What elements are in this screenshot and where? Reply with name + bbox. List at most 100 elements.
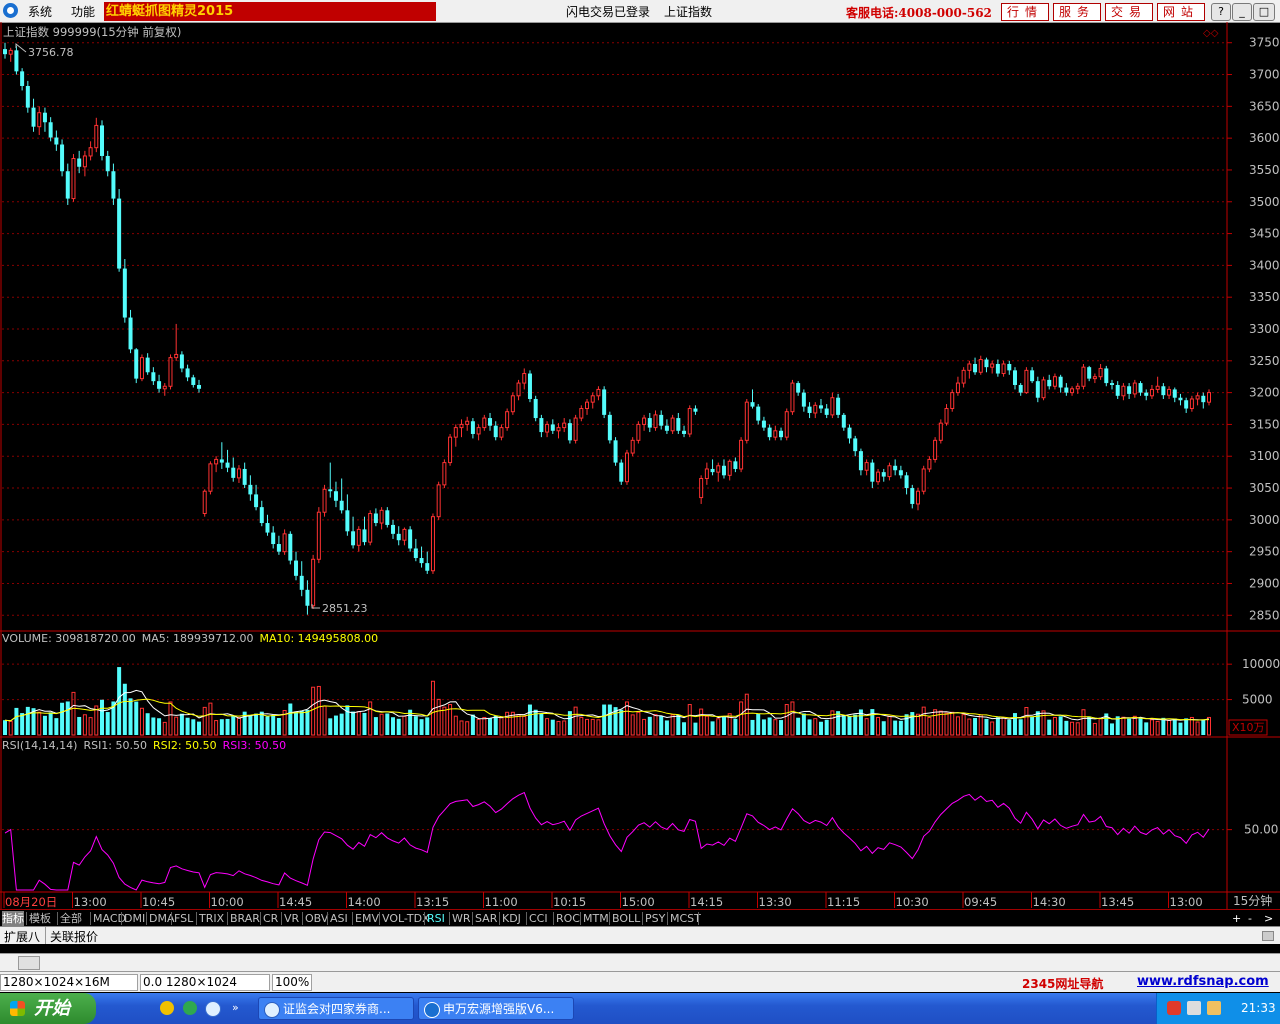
candle-body-down bbox=[721, 465, 726, 476]
tab-trix[interactable]: TRIX bbox=[199, 911, 224, 926]
tab-related-quotes[interactable]: 关联报价 bbox=[50, 928, 98, 945]
tab-sar[interactable]: SAR bbox=[475, 911, 497, 926]
tab-mtm[interactable]: MTM bbox=[583, 911, 609, 926]
volume-bar-up bbox=[573, 706, 578, 736]
help-icon[interactable]: ? bbox=[1211, 3, 1231, 21]
volume-bar-up bbox=[168, 701, 173, 736]
tab-psy[interactable]: PSY bbox=[645, 911, 665, 926]
tab-boll[interactable]: BOLL bbox=[612, 911, 640, 926]
volume-bar-down bbox=[65, 701, 70, 735]
tab-vr[interactable]: VR bbox=[284, 911, 299, 926]
tab-emv[interactable]: EMV bbox=[355, 911, 379, 926]
volume-bar-up bbox=[716, 718, 721, 736]
tab-brar[interactable]: BRAR bbox=[230, 911, 260, 926]
candle-body-down bbox=[973, 363, 978, 373]
link-rdfsnap[interactable]: www.rdfsnap.com bbox=[1137, 974, 1269, 989]
hotline: 客服电话:4008-000-562 bbox=[846, 6, 992, 20]
candle-body-down bbox=[265, 523, 270, 533]
volume-tick-label: 10000 bbox=[1242, 657, 1280, 671]
nav-website-button[interactable]: 网站 bbox=[1157, 3, 1205, 21]
volume-bar-up bbox=[1024, 707, 1029, 736]
volume-bar-down bbox=[796, 717, 801, 735]
price-tick-label: 3550 bbox=[1249, 163, 1280, 177]
volume-bar-up bbox=[630, 714, 635, 736]
volume-bar-down bbox=[870, 709, 875, 735]
menu-system[interactable]: 系统 bbox=[28, 3, 52, 20]
volume-bar-up bbox=[944, 712, 949, 736]
scrollbar-thumb[interactable] bbox=[18, 956, 40, 970]
sogou-icon[interactable] bbox=[1167, 1001, 1181, 1015]
nav-trade-button[interactable]: 交易 bbox=[1105, 3, 1153, 21]
tab-cci[interactable]: CCI bbox=[529, 911, 548, 926]
tab-cr[interactable]: CR bbox=[263, 911, 278, 926]
volume-bar-up bbox=[459, 720, 464, 736]
tab-wr[interactable]: WR bbox=[452, 911, 471, 926]
tab-dmi[interactable]: DMI bbox=[124, 911, 145, 926]
restore-icon[interactable]: □ bbox=[1253, 3, 1275, 21]
candle-body-up bbox=[465, 420, 470, 425]
tab-kdj[interactable]: KDJ bbox=[502, 911, 521, 926]
candle-body-down bbox=[1047, 379, 1052, 387]
task-news[interactable]: 证监会对四家券商... bbox=[258, 997, 414, 1020]
scroll-right-button[interactable]: > bbox=[1264, 911, 1273, 926]
diamond-icon[interactable]: ◇◇ bbox=[1203, 28, 1219, 39]
menu-function[interactable]: 功能 bbox=[71, 3, 95, 20]
volume-bar-down bbox=[733, 718, 738, 735]
tab-asi[interactable]: ASI bbox=[330, 911, 348, 926]
tab-模板[interactable]: 模板 bbox=[29, 911, 51, 926]
volume-icon[interactable] bbox=[1187, 1001, 1201, 1015]
tab-rsi[interactable]: RSI bbox=[427, 911, 445, 926]
volume-bar-down bbox=[333, 715, 338, 735]
candle-body-up bbox=[653, 414, 658, 429]
start-button[interactable]: 开始 bbox=[0, 993, 96, 1024]
volume-bar-down bbox=[1178, 722, 1183, 735]
volume-bar-down bbox=[276, 718, 281, 735]
candle-body-down bbox=[847, 427, 852, 439]
nav-quotes-button[interactable]: 行情 bbox=[1001, 3, 1049, 21]
tab-fsl[interactable]: FSL bbox=[174, 911, 193, 926]
network-icon[interactable] bbox=[1207, 1001, 1221, 1015]
candle-body-down bbox=[1172, 389, 1177, 398]
candle-body-up bbox=[967, 363, 972, 371]
quicklaunch-ie-icon[interactable] bbox=[205, 1001, 221, 1017]
kline-chart[interactable]: 3750 3700 3650 3600 3550 3500 3450 3400 3350 3300… bbox=[0, 22, 1280, 909]
toggle-icon[interactable] bbox=[1262, 931, 1274, 941]
tab-指标[interactable]: 指标 bbox=[2, 911, 24, 926]
volume-bar-up bbox=[82, 714, 87, 736]
minimize-icon[interactable]: _ bbox=[1232, 3, 1252, 21]
candle-body-down bbox=[362, 529, 367, 543]
tab-vol-tdx[interactable]: VOL-TDX bbox=[382, 911, 430, 926]
period-label[interactable]: 15分钟 bbox=[1233, 893, 1272, 908]
candle-body-down bbox=[602, 389, 607, 415]
candle-body-up bbox=[476, 427, 481, 435]
candle-body-up bbox=[830, 397, 835, 416]
quicklaunch-add-icon[interactable] bbox=[160, 1001, 174, 1015]
candle-body-down bbox=[242, 468, 247, 485]
candle-body-up bbox=[887, 465, 892, 478]
candle-body-down bbox=[151, 372, 156, 382]
task-trading-app[interactable]: 申万宏源增强版V6... bbox=[418, 997, 574, 1020]
app-icon bbox=[424, 1002, 440, 1018]
candle-body-up bbox=[990, 363, 995, 368]
extension-tab-bar: 扩展八 关联报价 bbox=[0, 926, 1280, 944]
candle-body-up bbox=[162, 385, 167, 390]
volume-bar-down bbox=[231, 715, 236, 735]
candle-body-down bbox=[853, 438, 858, 452]
link-2345[interactable]: 2345网址导航 bbox=[1022, 975, 1103, 992]
volume-bar-down bbox=[225, 718, 230, 735]
volume-bar-down bbox=[128, 698, 133, 735]
quicklaunch-expand-icon[interactable]: » bbox=[232, 1001, 239, 1014]
horizontal-scrollbar[interactable] bbox=[0, 953, 1280, 972]
tab-extension[interactable]: 扩展八 bbox=[4, 928, 40, 945]
zoom-in-button[interactable]: + bbox=[1232, 911, 1241, 926]
zoom-out-button[interactable]: - bbox=[1248, 911, 1252, 926]
candle-body-up bbox=[573, 417, 578, 441]
tab-全部[interactable]: 全部 bbox=[60, 911, 82, 926]
candle-body-up bbox=[88, 147, 93, 157]
volume-bar-up bbox=[624, 701, 629, 736]
tab-mcst[interactable]: MCST bbox=[670, 911, 701, 926]
quicklaunch-browser-icon[interactable] bbox=[183, 1001, 197, 1015]
tab-roc[interactable]: ROC bbox=[556, 911, 580, 926]
tab-obv[interactable]: OBV bbox=[305, 911, 328, 926]
nav-service-button[interactable]: 服务 bbox=[1053, 3, 1101, 21]
